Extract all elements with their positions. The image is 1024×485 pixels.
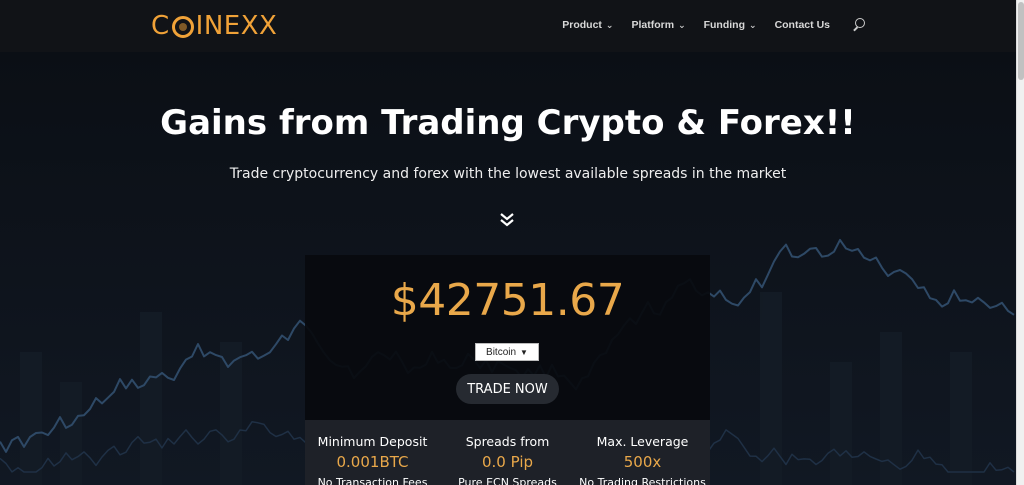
stat-label: Spreads from (465, 434, 550, 449)
page: C INEXX Product ⌄ Platform ⌄ Funding ⌄ C… (0, 0, 1016, 485)
menu-item-label: Funding (703, 19, 746, 31)
menu-item-product[interactable]: Product ⌄ (562, 19, 613, 31)
menu-item-funding[interactable]: Funding ⌄ (704, 19, 757, 31)
menu-item-label: Product (562, 19, 602, 31)
trade-now-button[interactable]: TRADE NOW (456, 374, 559, 404)
double-chevron-down-icon[interactable] (498, 211, 516, 229)
live-price: $42751.67 (390, 275, 625, 326)
logo-text: INEXX (195, 11, 278, 41)
coinexx-logo[interactable]: C INEXX (151, 11, 277, 41)
menu-item-label: Contact Us (774, 19, 830, 31)
hero-subtitle: Trade cryptocurrency and forex with the … (229, 166, 787, 182)
top-navigation-bar: C INEXX Product ⌄ Platform ⌄ Funding ⌄ C… (0, 0, 1016, 52)
menu-item-platform[interactable]: Platform ⌄ (631, 19, 685, 31)
menu-item-label: Platform (631, 19, 675, 31)
stat-note: Pure ECN Spreads (458, 476, 557, 485)
page-scrollbar[interactable] (1016, 0, 1024, 485)
stat-note: No Trading Restrictions (579, 476, 706, 485)
account-stats: Minimum Deposit 0.001BTC No Transaction … (305, 420, 710, 485)
search-icon[interactable] (852, 18, 866, 32)
stat-minimum-deposit: Minimum Deposit 0.001BTC No Transaction … (305, 420, 440, 485)
logo-letter: C (151, 11, 170, 41)
stat-label: Max. Leverage (596, 434, 689, 449)
stat-value: 500x (623, 453, 662, 471)
chevron-down-icon: ⌄ (605, 19, 614, 30)
stat-label: Minimum Deposit (317, 434, 428, 449)
chevron-down-icon: ▼ (520, 347, 528, 357)
asset-select-value: Bitcoin (486, 346, 517, 358)
stat-value: 0.0 Pip (481, 453, 534, 471)
asset-select[interactable]: Bitcoin ▼ (475, 343, 539, 361)
stat-max-leverage: Max. Leverage 500x No Trading Restrictio… (575, 420, 710, 485)
main-menu: Product ⌄ Platform ⌄ Funding ⌄ Contact U… (562, 18, 866, 32)
logo-coin-icon (171, 16, 194, 38)
chevron-down-icon: ⌄ (678, 19, 686, 30)
hero-title: Gains from Trading Crypto & Forex!! (160, 103, 856, 143)
chevron-down-icon: ⌄ (749, 19, 757, 30)
scrollbar-thumb[interactable] (1018, 2, 1024, 80)
menu-item-contact-us[interactable]: Contact Us (775, 19, 830, 31)
stat-spreads: Spreads from 0.0 Pip Pure ECN Spreads (440, 420, 575, 485)
price-ticker-panel: $42751.67 Bitcoin ▼ TRADE NOW (305, 255, 710, 420)
stat-value: 0.001BTC (336, 453, 409, 471)
stat-note: No Transaction Fees (317, 476, 428, 485)
